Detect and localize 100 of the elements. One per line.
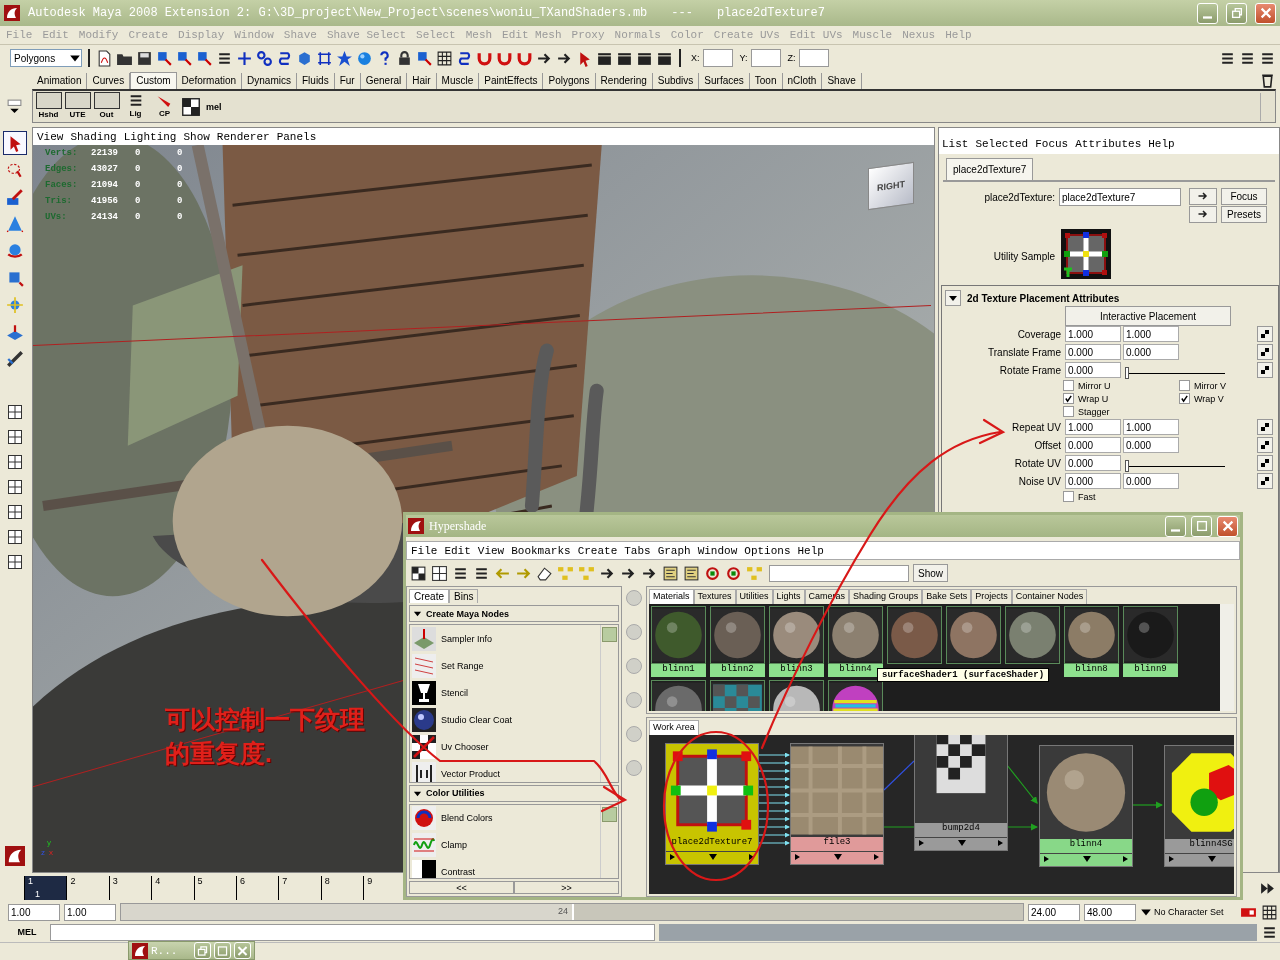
frame-tick[interactable]: 4 — [151, 876, 194, 900]
shader-node[interactable]: blinn4 — [1039, 745, 1133, 867]
value-field[interactable]: 0.000 — [1065, 473, 1121, 489]
maximize-button[interactable] — [1191, 515, 1212, 537]
shelf-button[interactable]: UTE — [64, 91, 91, 122]
node-type-item[interactable]: Vector Product — [441, 768, 501, 779]
node-type-item[interactable]: Stencil — [441, 687, 468, 698]
menu-item[interactable]: Graph — [657, 544, 691, 557]
show-button[interactable]: Show — [913, 564, 948, 582]
panel-tab[interactable]: Create — [409, 589, 449, 603]
page-button[interactable]: << — [409, 881, 514, 894]
frame-tick[interactable]: 7 — [278, 876, 321, 900]
node-type-item[interactable]: Uv Chooser — [441, 741, 489, 752]
shader-node[interactable]: blinn4SG — [1164, 745, 1234, 867]
node-type-item[interactable]: Clamp — [441, 840, 467, 851]
start-field[interactable]: 1.00 — [8, 903, 60, 921]
copy-button[interactable] — [1189, 206, 1217, 223]
frame-tick[interactable]: 8 — [320, 876, 364, 900]
swirl-icon[interactable] — [412, 806, 436, 831]
checker-icon[interactable] — [180, 95, 202, 118]
menu-item[interactable]: Help — [1148, 138, 1175, 150]
connection-line[interactable] — [758, 752, 790, 846]
checkbox[interactable] — [1063, 393, 1074, 404]
presets-button[interactable]: Presets — [1221, 206, 1267, 223]
value-field[interactable]: 0.000 — [1065, 455, 1121, 471]
select-icon[interactable] — [176, 49, 193, 67]
panel-menu-item[interactable]: Renderer — [216, 130, 270, 143]
z-field[interactable] — [798, 49, 829, 67]
curve-icon[interactable] — [456, 49, 473, 67]
shader-node[interactable]: file3 — [790, 743, 884, 865]
menu-item[interactable]: Focus — [1035, 138, 1069, 150]
playback-end-field[interactable]: 24.00 — [1028, 903, 1080, 921]
cube-icon[interactable] — [296, 49, 313, 67]
close-button[interactable] — [1255, 2, 1276, 24]
plus-icon[interactable] — [236, 49, 253, 67]
close-button[interactable] — [234, 942, 251, 959]
value-field[interactable]: 1.000 — [1123, 419, 1179, 435]
map-button[interactable] — [1257, 419, 1273, 435]
shader-node[interactable]: place2dTexture7 — [665, 743, 759, 865]
preferences-icon[interactable] — [1261, 903, 1278, 921]
shelf-tab[interactable]: Custom — [130, 72, 177, 89]
value-field[interactable]: 0.000 — [1123, 437, 1179, 453]
nodes-icon[interactable] — [557, 564, 574, 582]
select-icon[interactable] — [416, 49, 433, 67]
category-header[interactable]: Create Maya Nodes — [409, 605, 619, 622]
focus-button[interactable]: Focus — [1221, 188, 1267, 205]
node-type-item[interactable]: Sampler Info — [441, 633, 493, 644]
page-button[interactable]: >> — [514, 881, 619, 894]
work-area-tab[interactable]: Work Area — [649, 720, 699, 735]
command-field[interactable] — [50, 923, 655, 941]
material-swatch[interactable] — [946, 606, 1001, 664]
restore-button[interactable] — [1226, 2, 1247, 24]
map-button[interactable] — [1257, 437, 1273, 453]
collapse-toggle[interactable] — [945, 290, 961, 306]
connection-line[interactable] — [1132, 801, 1164, 809]
panel-menu-item[interactable]: Panels — [276, 130, 317, 143]
slider-thumb[interactable] — [1125, 366, 1129, 379]
checker-icon[interactable] — [410, 564, 427, 582]
value-field[interactable]: 0.000 — [1123, 473, 1179, 489]
menu-item[interactable]: Edit — [444, 544, 471, 557]
character-set-dropdown[interactable]: No Character Set — [1140, 903, 1236, 921]
node-control-bar[interactable] — [1165, 853, 1234, 866]
mel-button[interactable]: mel — [204, 101, 224, 112]
command-language-label[interactable]: MEL — [8, 927, 46, 937]
graph-icon[interactable] — [662, 564, 679, 582]
panel-tab[interactable]: Bins — [449, 589, 479, 603]
menu-item[interactable]: Window — [697, 544, 738, 557]
menu-item[interactable]: Options — [744, 544, 791, 557]
menu-item[interactable]: Create — [577, 544, 618, 557]
scroll-bar[interactable] — [600, 804, 618, 878]
menu-icon[interactable] — [6, 97, 23, 115]
panel-menu-item[interactable]: Shading — [70, 130, 117, 143]
minimize-button[interactable] — [1165, 515, 1186, 537]
map-button[interactable] — [1257, 344, 1273, 360]
frame-tick[interactable]: 2 — [66, 876, 109, 900]
link-icon[interactable] — [256, 49, 273, 67]
value-field[interactable]: 0.000 — [1123, 344, 1179, 360]
range-handle[interactable]: 24 — [121, 904, 574, 920]
nodes-icon[interactable] — [578, 564, 595, 582]
load-button[interactable] — [1189, 188, 1217, 205]
checkbox[interactable] — [1063, 491, 1074, 502]
material-swatch[interactable] — [769, 606, 824, 664]
x-field[interactable] — [702, 49, 733, 67]
eraser-icon[interactable] — [536, 564, 553, 582]
menu-item[interactable]: List — [942, 138, 969, 150]
goblet-icon[interactable] — [412, 680, 436, 705]
value-field[interactable]: 1.000 — [1065, 419, 1121, 435]
grid-icon[interactable] — [436, 49, 453, 67]
value-field[interactable]: 1.000 — [1123, 326, 1179, 342]
trash-icon[interactable] — [1259, 72, 1276, 89]
map-button[interactable] — [1257, 455, 1273, 471]
value-field[interactable]: 0.000 — [1065, 362, 1121, 378]
checkbox[interactable] — [1179, 393, 1190, 404]
category-header[interactable]: Color Utilities — [409, 784, 619, 802]
nodes-icon[interactable] — [746, 564, 763, 582]
material-swatch[interactable] — [651, 606, 706, 664]
panel-menu-item[interactable]: Lighting — [123, 130, 177, 143]
shelf-button[interactable]: Hshd — [35, 91, 62, 122]
value-field[interactable]: 0.000 — [1065, 344, 1121, 360]
frame-tick[interactable]: 3 — [108, 876, 152, 900]
